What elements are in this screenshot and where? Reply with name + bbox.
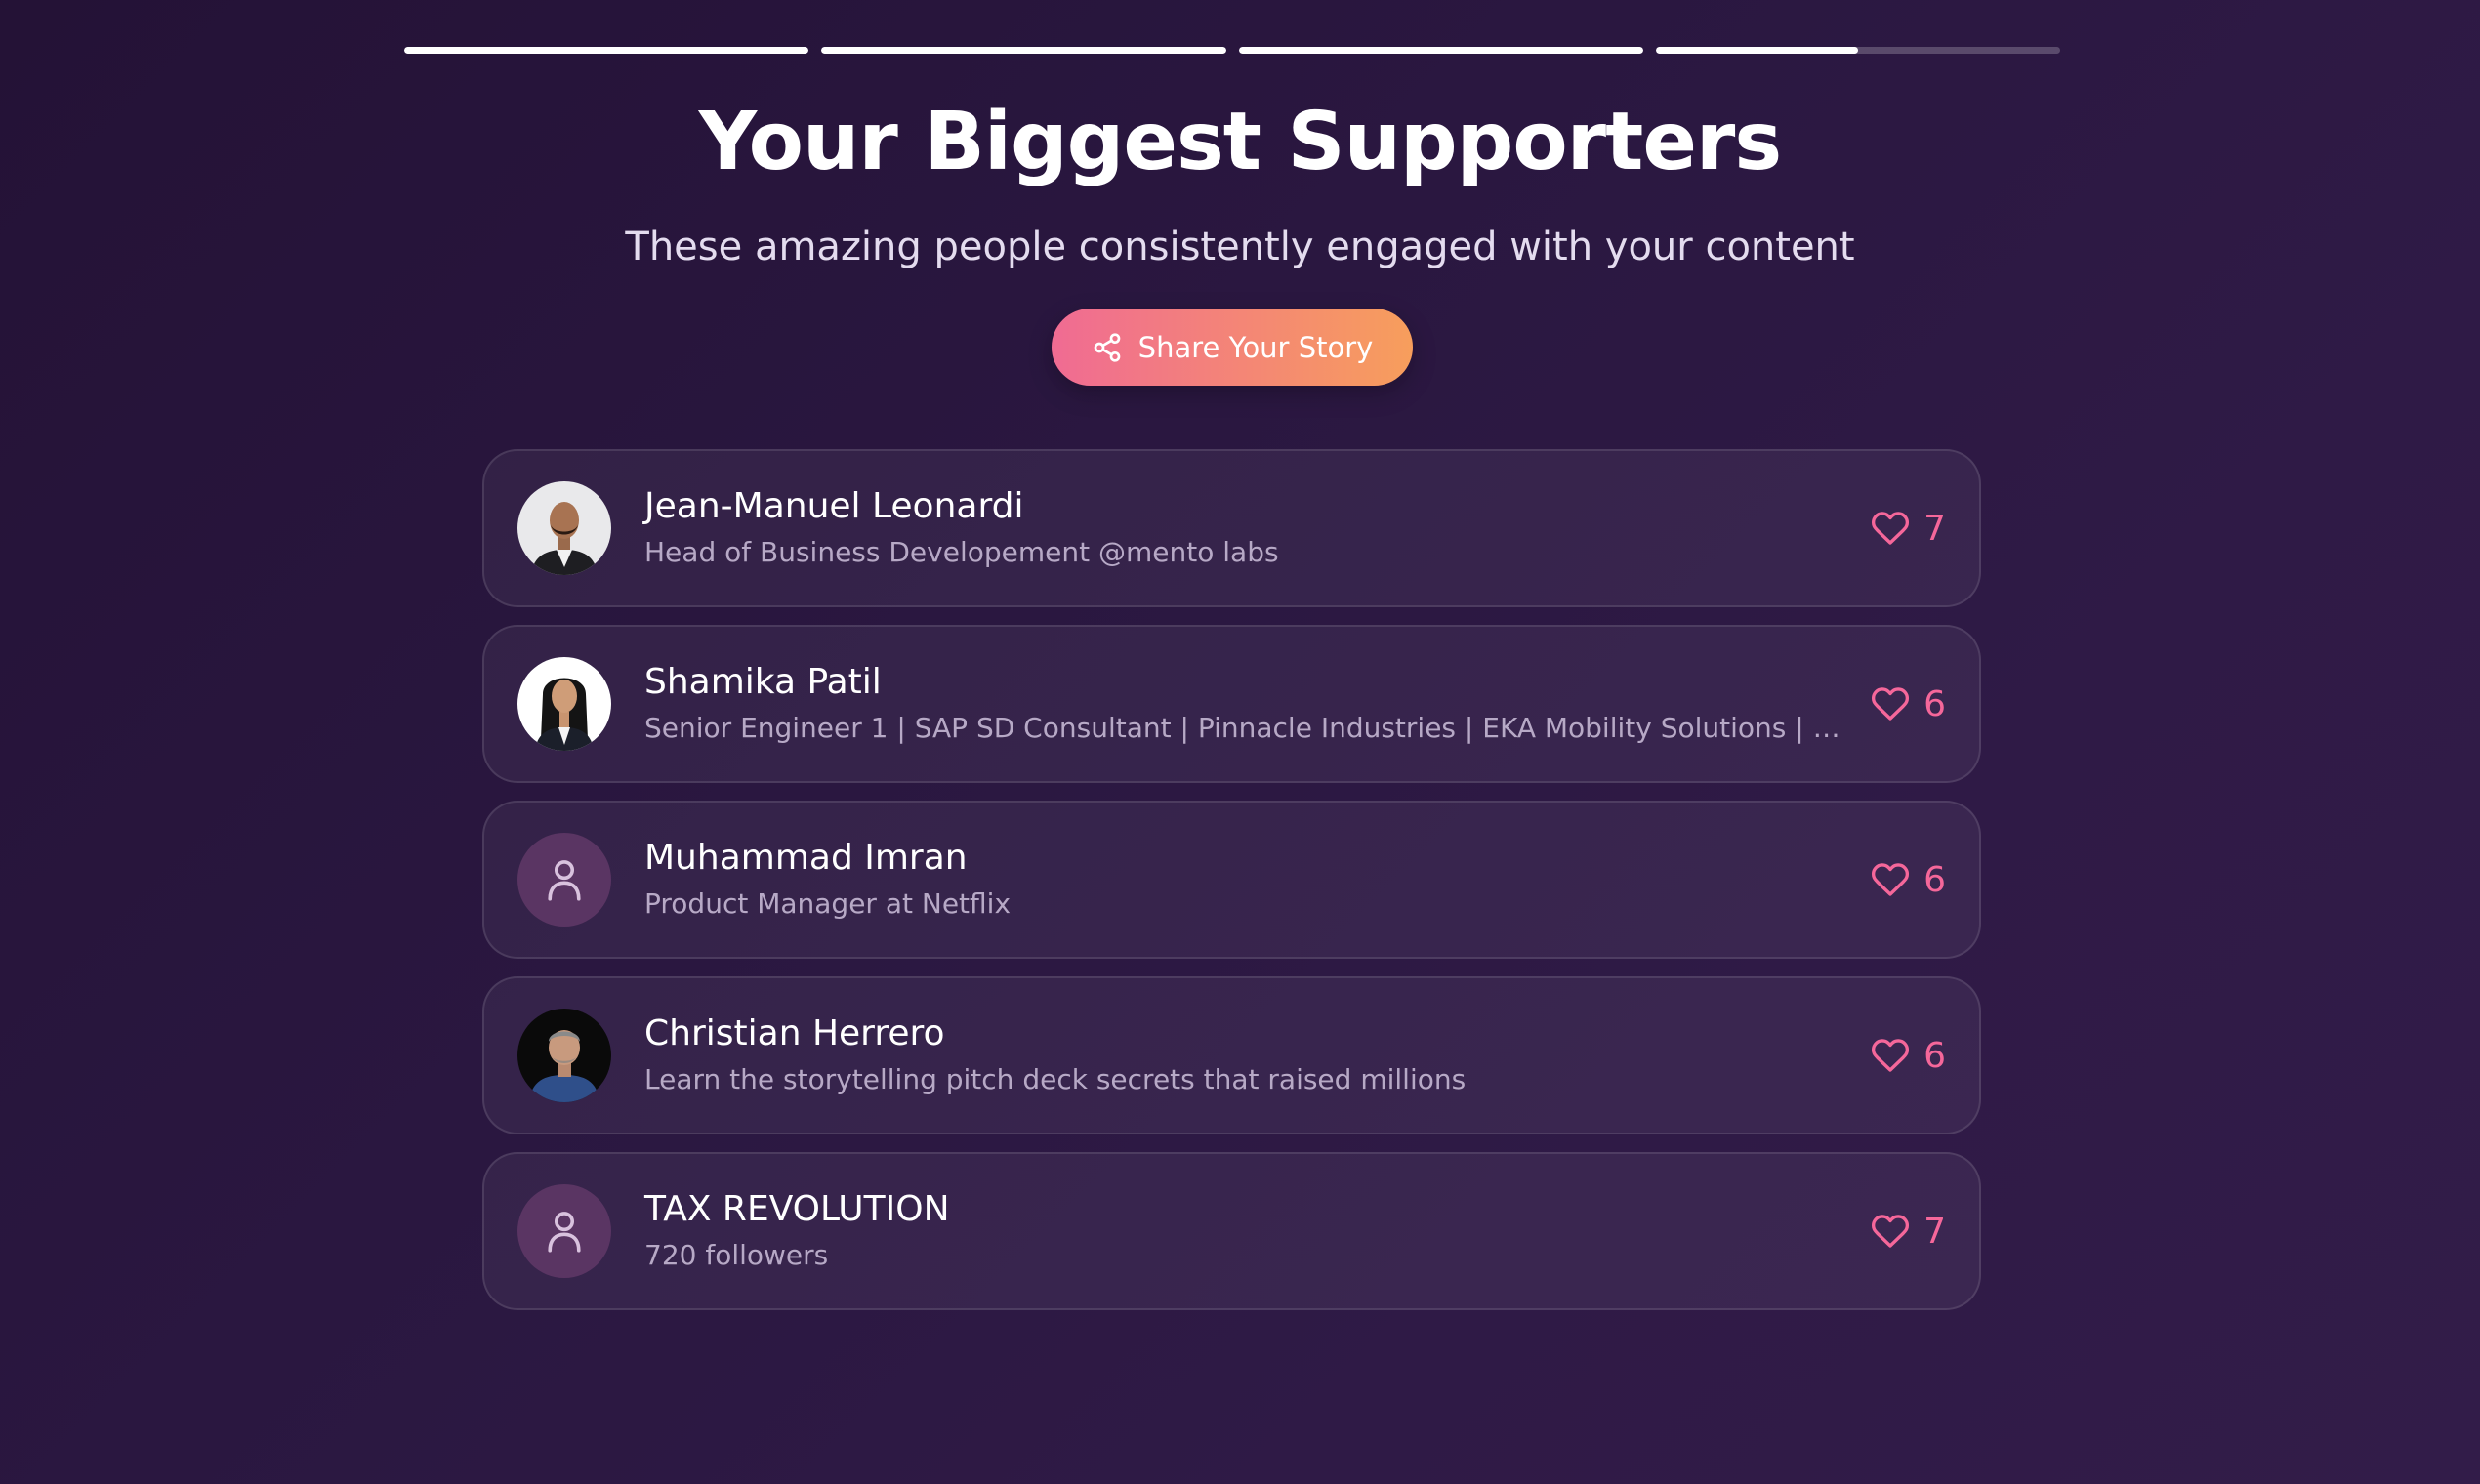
supporters-list: Jean-Manuel Leonardi Head of Business De… bbox=[482, 449, 1981, 1310]
heart-icon bbox=[1872, 863, 1910, 896]
supporter-card[interactable]: Shamika Patil Senior Engineer 1 | SAP SD… bbox=[482, 625, 1981, 783]
avatar bbox=[517, 481, 611, 575]
like-count: 6 bbox=[1871, 684, 1946, 724]
avatar bbox=[517, 1184, 611, 1278]
like-count: 7 bbox=[1871, 509, 1946, 549]
like-count-value: 6 bbox=[1923, 1035, 1946, 1076]
like-count-value: 7 bbox=[1923, 508, 1946, 549]
user-icon bbox=[548, 860, 581, 901]
progress-segment bbox=[404, 47, 809, 54]
heart-icon bbox=[1872, 1039, 1910, 1072]
like-count: 6 bbox=[1871, 860, 1946, 900]
like-count: 6 bbox=[1871, 1036, 1946, 1076]
avatar bbox=[517, 1009, 611, 1102]
progress-fill bbox=[404, 47, 809, 54]
supporter-name: Jean-Manuel Leonardi bbox=[644, 486, 1024, 526]
user-icon bbox=[548, 1212, 581, 1253]
share-icon bbox=[1094, 332, 1121, 362]
heart-icon bbox=[1872, 1215, 1910, 1248]
avatar bbox=[517, 657, 611, 751]
avatar bbox=[517, 833, 611, 927]
supporter-headline: Head of Business Developement @mento lab… bbox=[644, 536, 1279, 568]
supporter-headline: Product Manager at Netflix bbox=[644, 887, 1012, 920]
supporter-name: Christian Herrero bbox=[644, 1013, 945, 1053]
supporter-card[interactable]: Christian Herrero Learn the storytelling… bbox=[482, 976, 1981, 1134]
supporter-headline: Learn the storytelling pitch deck secret… bbox=[644, 1063, 1467, 1095]
like-count-value: 7 bbox=[1923, 1211, 1946, 1252]
progress-fill bbox=[1655, 47, 1858, 54]
like-count-value: 6 bbox=[1923, 683, 1946, 724]
supporter-card[interactable]: TAX REVOLUTION 720 followers 7 bbox=[482, 1152, 1981, 1310]
heart-icon bbox=[1872, 512, 1910, 545]
story-progress-bar bbox=[404, 47, 2060, 54]
share-story-button[interactable]: Share Your Story bbox=[1052, 309, 1413, 386]
supporter-card[interactable]: Jean-Manuel Leonardi Head of Business De… bbox=[482, 449, 1981, 607]
supporter-headline: 720 followers bbox=[644, 1239, 829, 1271]
page-title: Your Biggest Supporters bbox=[698, 96, 1782, 188]
supporter-headline: Senior Engineer 1 | SAP SD Consultant | … bbox=[644, 712, 1842, 744]
share-story-label: Share Your Story bbox=[1137, 330, 1374, 364]
progress-fill bbox=[1238, 47, 1643, 54]
heart-icon bbox=[1872, 687, 1910, 721]
like-count-value: 6 bbox=[1923, 859, 1946, 900]
supporter-name: Shamika Patil bbox=[644, 662, 882, 702]
supporter-card[interactable]: Muhammad Imran Product Manager at Netfli… bbox=[482, 801, 1981, 959]
like-count: 7 bbox=[1871, 1212, 1946, 1252]
supporter-name: Muhammad Imran bbox=[644, 838, 968, 878]
progress-fill bbox=[821, 47, 1226, 54]
page-subtitle: These amazing people consistently engage… bbox=[625, 225, 1855, 269]
supporter-name: TAX REVOLUTION bbox=[644, 1189, 950, 1229]
progress-segment bbox=[1238, 47, 1643, 54]
progress-segment bbox=[821, 47, 1226, 54]
progress-segment bbox=[1655, 47, 2060, 54]
